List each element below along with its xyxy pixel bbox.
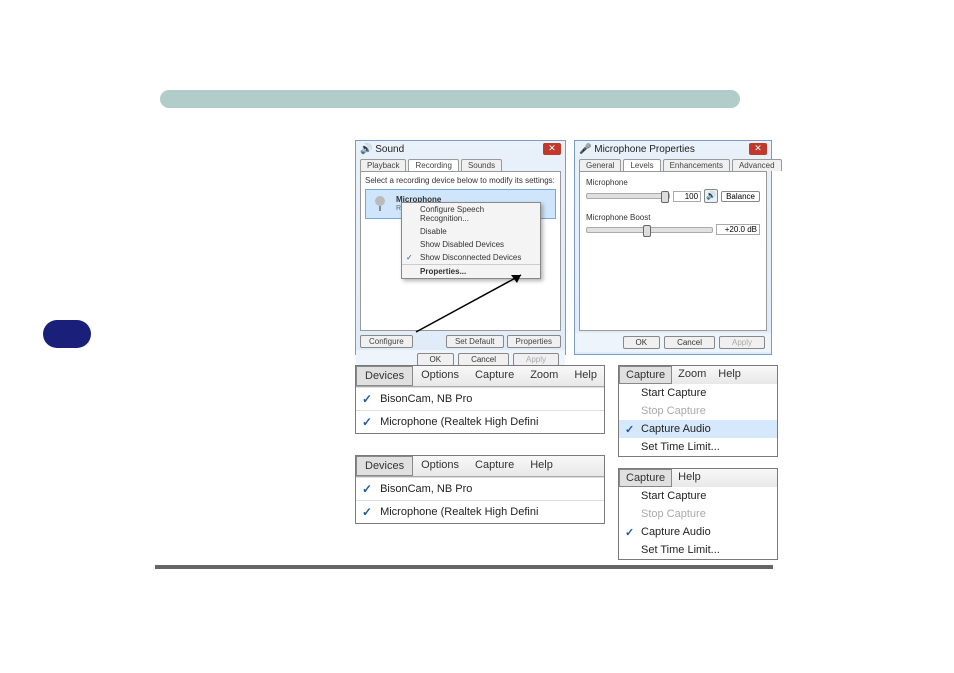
ok-button[interactable]: OK	[623, 336, 661, 349]
tab-devices[interactable]: Devices	[356, 366, 413, 386]
context-menu: Configure Speech Recognition... Disable …	[401, 202, 541, 279]
tab-capture[interactable]: Capture	[619, 469, 672, 487]
blue-pill	[43, 320, 91, 348]
check-icon: ✓	[362, 505, 372, 519]
tabs: Playback Recording Sounds	[356, 157, 565, 171]
item-label: BisonCam, NB Pro	[380, 483, 472, 495]
footer-buttons: OK Cancel Apply	[575, 333, 771, 352]
check-icon: ✓	[625, 423, 634, 436]
tab-zoom[interactable]: Zoom	[522, 366, 566, 386]
item-stop-capture: Stop Capture	[619, 402, 777, 420]
menu-bar: Devices Options Capture Help	[356, 456, 604, 477]
tab-playback[interactable]: Playback	[360, 159, 406, 171]
tab-zoom[interactable]: Zoom	[672, 366, 712, 384]
capture-menu-a: Capture Zoom Help Start Capture Stop Cap…	[618, 365, 778, 457]
ctx-show-disconnected[interactable]: Show Disconnected Devices	[402, 251, 540, 264]
devices-menu-b: Devices Options Capture Help ✓ BisonCam,…	[355, 455, 605, 524]
boost-label: Microphone Boost	[586, 213, 760, 222]
tab-devices[interactable]: Devices	[356, 456, 413, 476]
tab-body: Select a recording device below to modif…	[360, 171, 561, 331]
tab-general[interactable]: General	[579, 159, 621, 171]
device-item-mic[interactable]: ✓ Microphone (Realtek High Defini	[356, 410, 604, 433]
item-start-capture[interactable]: Start Capture	[619, 487, 777, 505]
ctx-configure[interactable]: Configure Speech Recognition...	[402, 203, 540, 225]
menu-bar: Devices Options Capture Zoom Help	[356, 366, 604, 387]
tab-help[interactable]: Help	[672, 469, 707, 487]
properties-button[interactable]: Properties	[507, 335, 561, 348]
tab-capture[interactable]: Capture	[467, 366, 522, 386]
check-icon: ✓	[625, 526, 634, 539]
boost-slider[interactable]	[586, 227, 713, 233]
tab-help[interactable]: Help	[712, 366, 747, 384]
device-item-cam[interactable]: ✓ BisonCam, NB Pro	[356, 387, 604, 410]
title-text: Sound	[375, 144, 404, 155]
capture-menu-b: Capture Help Start Capture Stop Capture …	[618, 468, 778, 560]
item-label: Capture Audio	[641, 423, 711, 435]
title-bar: 🔊 Sound ✕	[356, 141, 565, 157]
ctx-show-disabled[interactable]: Show Disabled Devices	[402, 238, 540, 251]
close-button[interactable]: ✕	[749, 143, 767, 155]
tab-capture[interactable]: Capture	[619, 366, 672, 384]
menu-bar: Capture Zoom Help	[619, 366, 777, 384]
decorative-bar	[160, 90, 740, 108]
item-set-time-limit[interactable]: Set Time Limit...	[619, 438, 777, 456]
tab-advanced[interactable]: Advanced	[732, 159, 782, 171]
tab-sounds[interactable]: Sounds	[461, 159, 502, 171]
separator-bar	[155, 565, 773, 569]
menu-bar: Capture Help	[619, 469, 777, 487]
apply-button[interactable]: Apply	[719, 336, 765, 349]
sound-dialog: 🔊 Sound ✕ Playback Recording Sounds Sele…	[355, 140, 566, 355]
item-label: Capture Audio	[641, 526, 711, 538]
item-capture-audio[interactable]: ✓ Capture Audio	[619, 420, 777, 438]
sound-icon: 🔊	[360, 144, 372, 155]
item-stop-capture: Stop Capture	[619, 505, 777, 523]
balance-button[interactable]: Balance	[721, 191, 760, 202]
tabs: General Levels Enhancements Advanced	[575, 157, 771, 171]
close-button[interactable]: ✕	[543, 143, 561, 155]
item-start-capture[interactable]: Start Capture	[619, 384, 777, 402]
levels-body: Microphone 100 🔊 Balance Microphone Boos…	[579, 171, 767, 331]
item-label: Microphone (Realtek High Defini	[380, 506, 538, 518]
mic-slider[interactable]	[586, 193, 670, 199]
check-icon: ✓	[362, 415, 372, 429]
tab-capture[interactable]: Capture	[467, 456, 522, 476]
device-item-mic[interactable]: ✓ Microphone (Realtek High Defini	[356, 500, 604, 523]
mic-properties-dialog: 🎤 Microphone Properties ✕ General Levels…	[574, 140, 772, 355]
mute-button[interactable]: 🔊	[704, 189, 718, 203]
check-icon: ✓	[362, 482, 372, 496]
ctx-disable[interactable]: Disable	[402, 225, 540, 238]
ctx-properties[interactable]: Properties...	[402, 264, 540, 278]
title-bar: 🎤 Microphone Properties ✕	[575, 141, 771, 157]
configure-button[interactable]: Configure	[360, 335, 413, 348]
instruction-text: Select a recording device below to modif…	[365, 176, 556, 185]
device-item-cam[interactable]: ✓ BisonCam, NB Pro	[356, 477, 604, 500]
boost-slider-row: +20.0 dB	[586, 224, 760, 235]
tab-help[interactable]: Help	[522, 456, 561, 476]
tab-help[interactable]: Help	[566, 366, 605, 386]
item-set-time-limit[interactable]: Set Time Limit...	[619, 541, 777, 559]
title-text: Microphone Properties	[594, 144, 695, 155]
item-capture-audio[interactable]: ✓ Capture Audio	[619, 523, 777, 541]
microphone-icon	[368, 192, 392, 216]
tab-levels[interactable]: Levels	[623, 159, 660, 171]
devices-menu-a: Devices Options Capture Zoom Help ✓ Biso…	[355, 365, 605, 434]
microphone-icon: 🎤	[579, 144, 591, 155]
check-icon: ✓	[362, 392, 372, 406]
tab-enhancements[interactable]: Enhancements	[663, 159, 730, 171]
mic-value: 100	[673, 191, 701, 202]
mic-label: Microphone	[586, 178, 760, 187]
mic-slider-row: 100 🔊 Balance	[586, 189, 760, 203]
boost-value: +20.0 dB	[716, 224, 760, 235]
bottom-buttons: Configure Set Default Properties	[356, 333, 565, 350]
cancel-button[interactable]: Cancel	[664, 336, 715, 349]
tab-options[interactable]: Options	[413, 366, 467, 386]
set-default-button[interactable]: Set Default	[446, 335, 504, 348]
tab-recording[interactable]: Recording	[408, 159, 458, 171]
item-label: Microphone (Realtek High Defini	[380, 416, 538, 428]
tab-options[interactable]: Options	[413, 456, 467, 476]
item-label: BisonCam, NB Pro	[380, 393, 472, 405]
